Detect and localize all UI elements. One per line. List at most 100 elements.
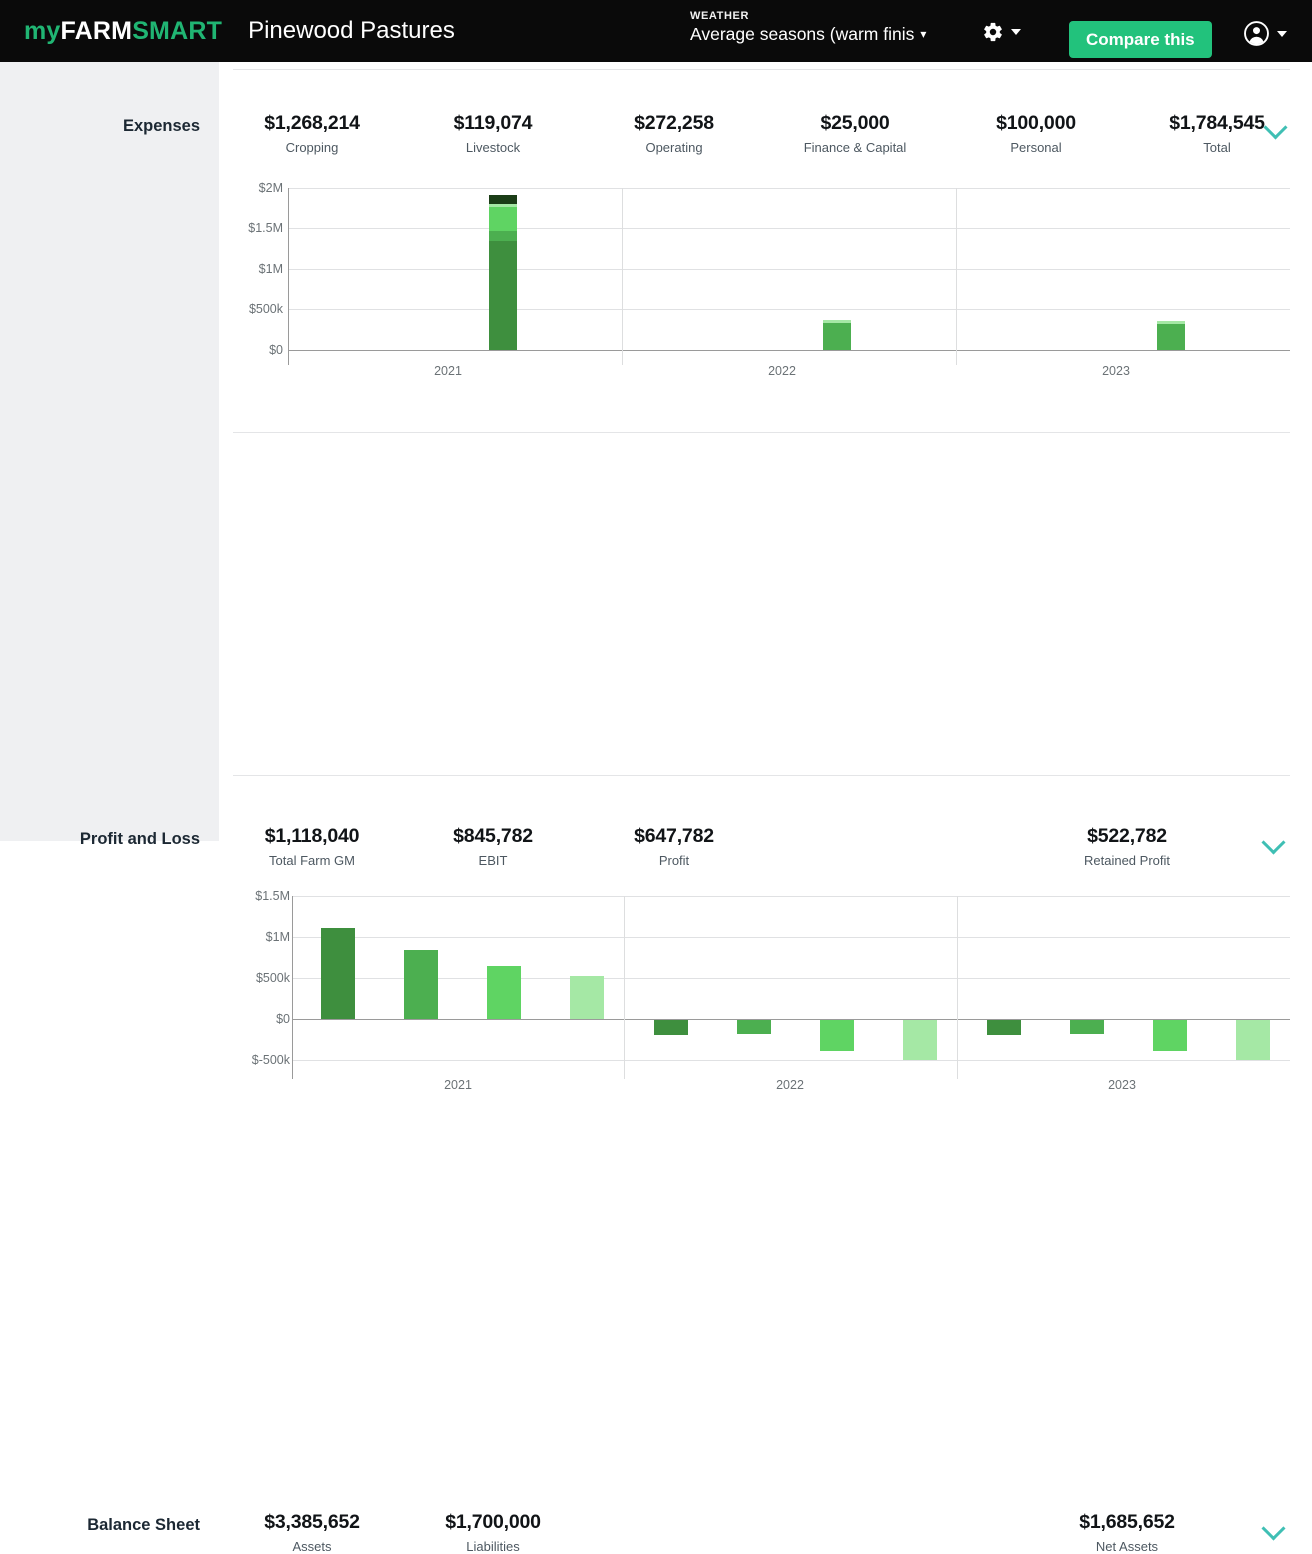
gridline <box>292 1060 1290 1061</box>
bar-2021-profit[interactable] <box>487 966 521 1019</box>
bar-2021-retained-profit[interactable] <box>570 976 604 1019</box>
kpi-label: Operating <box>645 140 703 155</box>
farm-name: Pinewood Pastures <box>248 17 455 44</box>
bar-2022-retained-profit[interactable] <box>903 1020 937 1060</box>
bar-2021-finance-capital[interactable] <box>489 204 517 207</box>
bar-2021-operating[interactable] <box>489 207 517 231</box>
chevron-down-icon: ▾ <box>920 26 927 41</box>
app-logo[interactable]: myFARMSMART <box>24 17 222 46</box>
kpi-label: Total Farm GM <box>269 853 355 868</box>
y-axis-tick: $1.5M <box>255 889 290 903</box>
kpi-assets: $3,385,652 Assets <box>232 1511 392 1554</box>
bar-2022-ebit[interactable] <box>737 1020 771 1034</box>
group-separator <box>624 896 625 1079</box>
compare-this-button[interactable]: Compare this <box>1069 21 1212 58</box>
gridline <box>292 978 1290 979</box>
kpi-liabilities: $1,700,000 Liabilities <box>413 1511 573 1554</box>
gridline <box>292 896 1290 897</box>
bar-2023-cropping[interactable] <box>1157 324 1185 350</box>
kpi-label: Livestock <box>465 140 521 155</box>
y-axis-tick: $1M <box>258 262 283 276</box>
bar-2023-retained-profit[interactable] <box>1236 1020 1270 1060</box>
y-axis-tick: $1.5M <box>248 221 283 235</box>
gridline <box>288 269 1290 270</box>
kpi-livestock: $119,074 Livestock <box>413 112 573 155</box>
bar-2022-cropping[interactable] <box>823 323 851 350</box>
section-balance-sheet: Balance Sheet $3,385,652 Assets $1,700,0… <box>0 775 1312 1554</box>
expand-expenses-chevron[interactable] <box>1264 113 1290 139</box>
kpi-label: Net Assets <box>1095 1539 1159 1554</box>
bar-2023-ebit[interactable] <box>1070 1020 1104 1034</box>
x-axis-tick: 2021 <box>434 364 462 378</box>
kpi-value: $3,385,652 <box>264 1511 360 1533</box>
bar-2021-cropping[interactable] <box>489 241 517 350</box>
y-axis-tick: $1M <box>265 930 290 944</box>
logo-smart: SMART <box>132 16 223 45</box>
section-title-expenses: Expenses <box>122 117 200 135</box>
bar-2021-total-farm-gm[interactable] <box>321 928 355 1019</box>
zero-axis-line <box>288 350 1290 351</box>
weather-label: WEATHER <box>690 10 749 22</box>
section-divider-top <box>233 69 1290 70</box>
group-separator <box>622 188 623 365</box>
kpi-net-assets: $1,685,652 Net Assets <box>1047 1511 1207 1554</box>
y-axis-tick: $500k <box>255 971 290 985</box>
account-circle-icon <box>1244 21 1269 46</box>
kpi-value: $100,000 <box>996 112 1076 134</box>
dashboard-body: Expenses $1,268,214 Cropping $119,074 Li… <box>0 62 1312 1554</box>
group-separator <box>956 188 957 365</box>
bar-2022-finance-capital[interactable] <box>823 320 851 323</box>
caret-down-icon <box>1011 29 1021 35</box>
bar-2021-personal[interactable] <box>489 195 517 204</box>
profit-and-loss-plot-area <box>292 890 1290 1079</box>
caret-down-icon <box>1277 30 1287 37</box>
kpi-label: Profit <box>658 853 690 868</box>
expenses-plot-area <box>288 182 1290 365</box>
weather-value-row[interactable]: Average seasons (warm finis ▾ <box>690 24 926 44</box>
weather-selector[interactable]: WEATHER Average seasons (warm finis ▾ <box>690 10 926 44</box>
logo-farm: FARM <box>60 16 133 45</box>
profit-and-loss-chart: $1.5M $1M $500k $0 $-500k 2021 2022 2023 <box>233 889 1290 1092</box>
axis-tick-stub <box>292 896 293 1079</box>
section-divider <box>233 775 1290 776</box>
account-menu-button[interactable] <box>1243 20 1287 47</box>
logo-my: my <box>24 16 61 45</box>
bar-2022-profit[interactable] <box>820 1020 854 1051</box>
settings-menu-button[interactable] <box>982 21 1021 43</box>
group-separator <box>957 896 958 1079</box>
app-header: myFARMSMART Pinewood Pastures WEATHER Av… <box>0 0 1312 62</box>
x-axis-tick: 2023 <box>1108 1078 1136 1092</box>
x-axis-tick: 2021 <box>444 1078 472 1092</box>
y-axis-tick: $0 <box>276 1012 290 1026</box>
y-axis-tick: $0 <box>269 343 283 357</box>
kpi-label: Liabilities <box>466 1539 520 1554</box>
section-expenses: Expenses $1,268,214 Cropping $119,074 Li… <box>0 62 1312 432</box>
kpi-operating: $272,258 Operating <box>594 112 754 155</box>
gridline <box>288 188 1290 189</box>
kpi-personal: $100,000 Personal <box>956 112 1116 155</box>
bar-2023-finance-capital[interactable] <box>1157 321 1185 324</box>
kpi-label: Cropping <box>285 140 339 155</box>
gridline <box>288 309 1290 310</box>
axis-tick-stub <box>288 188 289 365</box>
kpi-value: $272,258 <box>634 112 714 134</box>
kpi-cropping: $1,268,214 Cropping <box>232 112 392 155</box>
zero-axis-line <box>292 1019 1290 1020</box>
kpi-label: Assets <box>292 1539 332 1554</box>
bar-2022-total-farm-gm[interactable] <box>654 1020 688 1035</box>
bar-2021-ebit[interactable] <box>404 950 438 1019</box>
weather-scenario-text: Average seasons (warm finis <box>690 23 915 44</box>
x-axis-tick: 2022 <box>768 364 796 378</box>
kpi-value: $119,074 <box>453 112 533 134</box>
y-axis-tick: $500k <box>248 302 283 316</box>
gridline <box>288 228 1290 229</box>
gridline <box>292 937 1290 938</box>
expenses-chart: $2M $1.5M $1M $500k $0 2021 2022 2023 <box>233 181 1290 378</box>
bar-2023-profit[interactable] <box>1153 1020 1187 1051</box>
x-axis-tick: 2023 <box>1102 364 1130 378</box>
bar-2023-total-farm-gm[interactable] <box>987 1020 1021 1035</box>
expand-balance-sheet-chevron[interactable] <box>1262 1514 1288 1540</box>
bar-2021-livestock[interactable] <box>489 231 517 241</box>
section-divider <box>233 432 1290 433</box>
kpi-value: $25,000 <box>820 112 890 134</box>
